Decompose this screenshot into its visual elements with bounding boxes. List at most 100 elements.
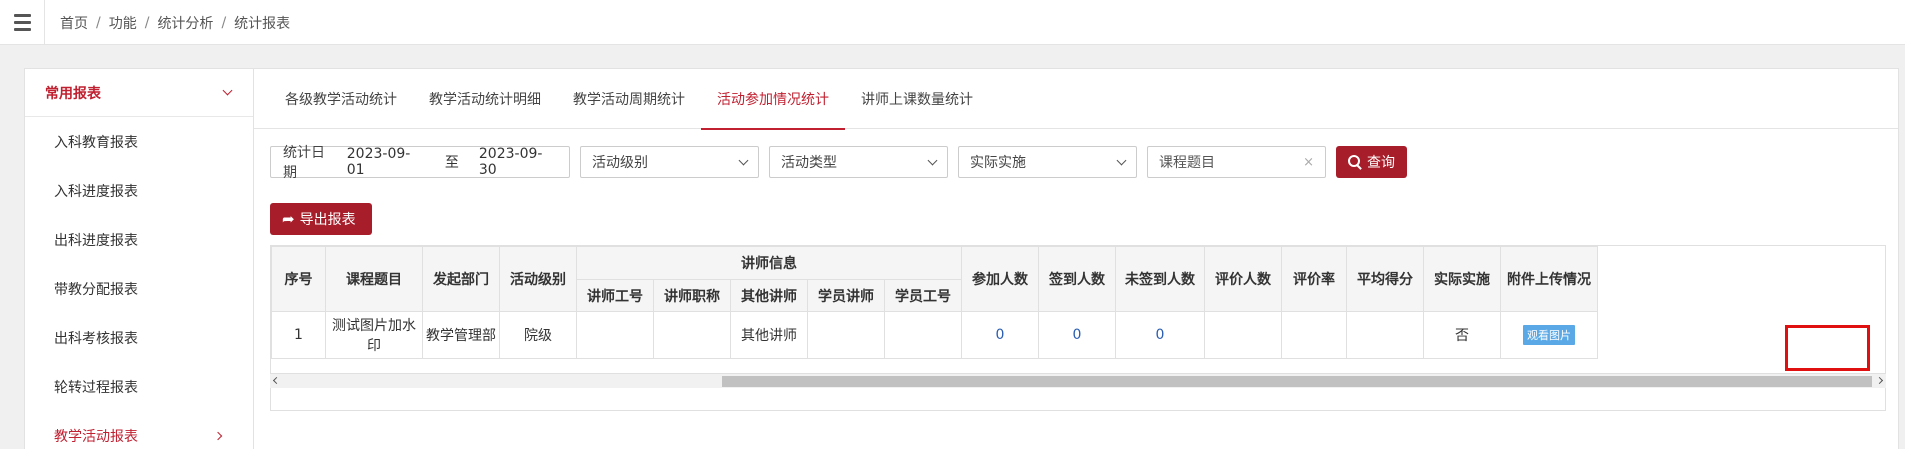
breadcrumb-current: 统计报表: [234, 15, 291, 32]
breadcrumb-separator: /: [144, 14, 150, 31]
implemented-select[interactable]: 实际实施: [958, 146, 1137, 178]
sidebar: 常用报表 入科教育报表 入科进度报表 出科进度报表 带教分配报表 出科考核报表 …: [24, 68, 254, 449]
select-value: 活动级别: [592, 155, 648, 171]
course-title-placeholder: 课程题目: [1159, 155, 1215, 171]
cell-lecturer-id: [576, 311, 654, 359]
breadcrumb-function[interactable]: 功能: [109, 13, 137, 33]
search-button-label: 查询: [1367, 154, 1395, 170]
cell-unsigned[interactable]: 0: [1115, 311, 1205, 359]
export-report-button[interactable]: ➦ 导出报表: [270, 203, 372, 235]
main-panel: 各级教学活动统计 教学活动统计明细 教学活动周期统计 活动参加情况统计 讲师上课…: [254, 68, 1899, 449]
cell-other-lecturer: 其他讲师: [730, 311, 808, 359]
col-header-evaluators: 评价人数: [1204, 246, 1282, 312]
report-tabs: 各级教学活动统计 教学活动统计明细 教学活动周期统计 活动参加情况统计 讲师上课…: [254, 69, 1898, 130]
sidebar-item-label: 入科进度报表: [54, 183, 138, 200]
sidebar-item-teaching-assignment[interactable]: 带教分配报表: [25, 264, 253, 313]
col-header-other-lecturer: 其他讲师: [730, 279, 808, 312]
horizontal-scrollbar[interactable]: [270, 373, 1886, 388]
sidebar-item-label: 入科教育报表: [54, 134, 138, 151]
breadcrumb-home[interactable]: 首页: [60, 13, 88, 33]
cell-seq: 1: [271, 311, 326, 359]
breadcrumb-statistics[interactable]: 统计分析: [157, 13, 213, 33]
activity-type-select[interactable]: 活动类型: [769, 146, 948, 178]
scroll-right-arrow-icon[interactable]: [1875, 376, 1884, 385]
cell-signed[interactable]: 0: [1038, 311, 1116, 359]
sidebar-item-entry-education[interactable]: 入科教育报表: [25, 117, 253, 166]
sidebar-item-label: 轮转过程报表: [54, 379, 138, 396]
cell-eval-rate: [1281, 311, 1347, 359]
sidebar-item-teaching-activity[interactable]: 教学活动报表: [25, 411, 253, 449]
top-bar: 首页 / 功能 / 统计分析 / 统计报表: [0, 0, 1905, 45]
tab-lecturer-class-count[interactable]: 讲师上课数量统计: [845, 69, 989, 129]
cell-evaluators: [1204, 311, 1282, 359]
select-value: 活动类型: [781, 155, 837, 171]
tab-activity-stats-detail[interactable]: 教学活动统计明细: [413, 69, 557, 129]
search-icon: [1348, 155, 1362, 169]
cell-avg-score: [1346, 311, 1424, 359]
tab-level-activity-stats[interactable]: 各级教学活动统计: [269, 69, 413, 129]
cell-participants[interactable]: 0: [961, 311, 1039, 359]
date-range-separator: 至: [444, 155, 459, 171]
cell-dept: 教学管理部: [422, 311, 500, 359]
col-header-seq: 序号: [271, 246, 326, 312]
cell-implemented: 否: [1423, 311, 1501, 359]
breadcrumb-separator: /: [96, 14, 101, 31]
sidebar-item-label: 教学活动报表: [54, 428, 138, 445]
chevron-down-icon: [1116, 155, 1127, 165]
share-arrow-icon: ➦: [282, 210, 295, 228]
date-range-label: 统计日期: [283, 145, 325, 181]
sidebar-item-label: 带教分配报表: [54, 281, 138, 298]
cell-attachment: 观看图片: [1500, 311, 1598, 359]
col-header-title: 课程题目: [325, 246, 423, 312]
sidebar-item-rotation-process[interactable]: 轮转过程报表: [25, 362, 253, 411]
sidebar-item-exit-exam[interactable]: 出科考核报表: [25, 313, 253, 362]
chevron-down-icon: [222, 85, 233, 96]
col-header-lecturer-group: 讲师信息: [576, 246, 962, 280]
col-header-participants: 参加人数: [961, 246, 1039, 312]
report-table: 序号 课程题目 发起部门 活动级别 讲师信息 参加人数 签到人数 未签到人数 评…: [271, 246, 1598, 359]
col-header-student-id: 学员工号: [884, 279, 962, 312]
sidebar-group-common-reports[interactable]: 常用报表: [25, 69, 253, 117]
sidebar-item-label: 出科进度报表: [54, 232, 138, 249]
sidebar-group-label: 常用报表: [45, 85, 101, 102]
cell-lecturer-title: [653, 311, 731, 359]
scrollbar-thumb[interactable]: [722, 376, 1872, 387]
col-header-implemented: 实际实施: [1423, 246, 1501, 312]
cell-level: 院级: [499, 311, 577, 359]
sidebar-item-entry-progress[interactable]: 入科进度报表: [25, 166, 253, 215]
course-title-input[interactable]: 课程题目 ×: [1147, 146, 1326, 178]
col-header-level: 活动级别: [499, 246, 577, 312]
col-header-lecturer-title: 讲师职称: [653, 279, 731, 312]
scroll-left-arrow-icon[interactable]: [272, 376, 281, 385]
date-range-field[interactable]: 统计日期 2023-09-01 至 2023-09-30: [270, 145, 570, 181]
col-header-avg-score: 平均得分: [1346, 246, 1424, 312]
date-to-value[interactable]: 2023-09-30: [479, 146, 557, 178]
col-header-signed: 签到人数: [1038, 246, 1116, 312]
col-header-student-lecturer: 学员讲师: [807, 279, 885, 312]
cell-title: 测试图片加水印: [325, 311, 423, 359]
table-row: 1 测试图片加水印 教学管理部 院级 其他讲师 0 0 0 否 观看图片: [271, 311, 1598, 359]
col-header-unsigned: 未签到人数: [1115, 246, 1205, 312]
cell-student-id: [884, 311, 962, 359]
col-header-dept: 发起部门: [422, 246, 500, 312]
tab-activity-period-stats[interactable]: 教学活动周期统计: [557, 69, 701, 129]
activity-level-select[interactable]: 活动级别: [580, 146, 759, 178]
chevron-down-icon: [738, 155, 749, 165]
export-button-label: 导出报表: [299, 211, 356, 227]
view-image-link[interactable]: 观看图片: [1523, 325, 1575, 345]
select-value: 实际实施: [970, 155, 1026, 171]
tab-participation-stats[interactable]: 活动参加情况统计: [701, 69, 845, 130]
chevron-right-icon: [213, 431, 223, 440]
sidebar-item-exit-progress[interactable]: 出科进度报表: [25, 215, 253, 264]
clear-icon[interactable]: ×: [1303, 155, 1314, 170]
sidebar-item-label: 出科考核报表: [54, 330, 138, 347]
breadcrumb: 首页 / 功能 / 统计分析 / 统计报表: [60, 0, 290, 45]
cell-student-lecturer: [807, 311, 885, 359]
col-header-eval-rate: 评价率: [1281, 246, 1347, 312]
col-header-lecturer-id: 讲师工号: [576, 279, 654, 312]
date-from-value[interactable]: 2023-09-01: [347, 146, 425, 178]
search-button[interactable]: 查询: [1336, 146, 1407, 178]
hamburger-menu-icon[interactable]: [0, 0, 45, 45]
chevron-down-icon: [927, 155, 938, 165]
col-header-attachment: 附件上传情况: [1500, 246, 1598, 312]
